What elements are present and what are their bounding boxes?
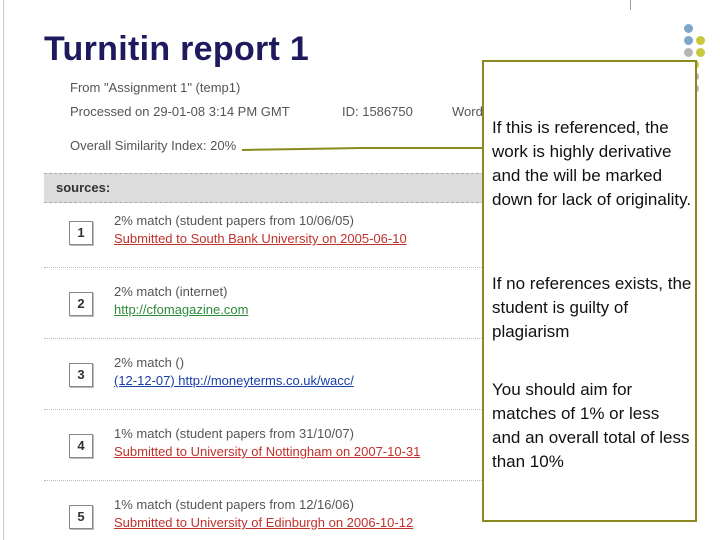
dot-yellow (696, 36, 705, 45)
source-match: 2% match () (114, 355, 185, 370)
turnitin-report-screenshot: From "Assignment 1" (temp1) Processed on… (44, 72, 494, 540)
dot-yellow (696, 48, 705, 57)
callout-paragraph-no-references: If no references exists, the student is … (492, 274, 692, 341)
source-row: 3 2% match () (12-12-07) http://moneyter… (44, 355, 494, 415)
source-row: 4 1% match (student papers from 31/10/07… (44, 426, 494, 486)
report-from: From "Assignment 1" (temp1) (70, 80, 241, 95)
source-number: 4 (69, 434, 93, 458)
dot-blue (684, 24, 693, 33)
row-divider (44, 480, 494, 481)
source-link[interactable]: http://cfomagazine.com (114, 302, 248, 317)
dot-blue (684, 36, 693, 45)
report-processed: Processed on 29-01-08 3:14 PM GMT (70, 104, 290, 119)
source-number: 1 (69, 221, 93, 245)
source-match: 1% match (student papers from 31/10/07) (114, 426, 354, 441)
callout-paragraph-aim: You should aim for matches of 1% or less… (492, 380, 690, 471)
source-row: 1 2% match (student papers from 10/06/05… (44, 213, 494, 273)
similarity-index: Overall Similarity Index: 20% (70, 138, 237, 153)
source-number: 2 (69, 292, 93, 316)
source-row: 5 1% match (student papers from 12/16/06… (44, 497, 494, 540)
left-border-line (3, 0, 4, 540)
slide-title: Turnitin report 1 (44, 30, 310, 68)
source-match: 1% match (student papers from 12/16/06) (114, 497, 354, 512)
source-link[interactable]: Submitted to University of Edinburgh on … (114, 515, 413, 530)
callout-connector-line (242, 147, 484, 151)
source-number: 3 (69, 363, 93, 387)
source-match: 2% match (internet) (114, 284, 228, 299)
explanation-callout-box: If this is referenced, the work is highl… (482, 60, 697, 522)
row-divider (44, 409, 494, 410)
source-match: 2% match (student papers from 10/06/05) (114, 213, 354, 228)
source-link[interactable]: Submitted to University of Nottingham on… (114, 444, 420, 459)
sources-header: sources: (44, 173, 494, 203)
report-id: ID: 1586750 (342, 104, 413, 119)
top-divider-tick (630, 0, 631, 10)
row-divider (44, 338, 494, 339)
source-link[interactable]: (12-12-07) http://moneyterms.co.uk/wacc/ (114, 373, 354, 388)
source-row: 2 2% match (internet) http://cfomagazine… (44, 284, 494, 344)
source-link[interactable]: Submitted to South Bank University on 20… (114, 231, 407, 246)
row-divider (44, 267, 494, 268)
sources-label: sources: (56, 180, 111, 195)
report-word-count-partial: Word (452, 104, 483, 119)
callout-paragraph-referenced: If this is referenced, the work is highl… (492, 118, 692, 209)
source-number: 5 (69, 505, 93, 529)
dot-gray (684, 48, 693, 57)
